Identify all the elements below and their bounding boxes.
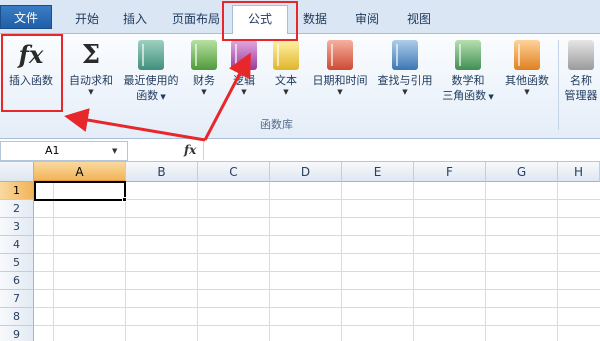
arrow-to-formulas-tab (203, 52, 251, 141)
annotation-arrows (64, 52, 251, 142)
arrow-to-insert-function (64, 108, 206, 142)
